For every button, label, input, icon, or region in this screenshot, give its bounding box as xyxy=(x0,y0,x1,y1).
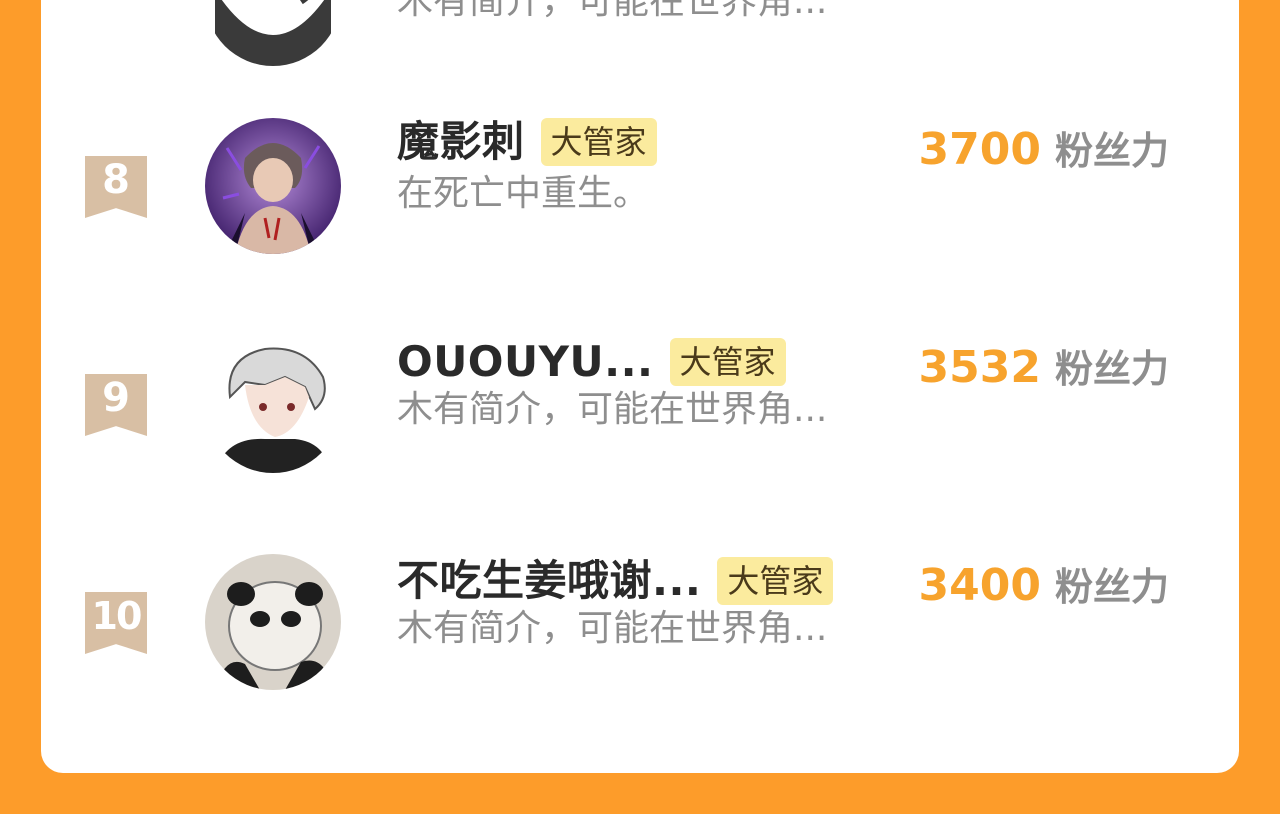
role-badge: 大管家 xyxy=(717,557,834,605)
score-value: 3532 xyxy=(918,342,1041,393)
rank-ribbon: 9 xyxy=(85,374,147,436)
score-unit: 粉丝力 xyxy=(1054,347,1169,391)
user-bio: 木有简介，可能在世界角... xyxy=(397,389,828,430)
fan-score: 3700 粉丝力 xyxy=(919,120,1169,175)
fan-ranking-card: 木有简介，可能在世界角... 8 魔影刺 大管家 在死亡中重生。 3700 粉丝… xyxy=(41,0,1239,773)
fan-score: 3532 粉丝力 xyxy=(919,338,1169,393)
score-unit: 粉丝力 xyxy=(1054,565,1169,609)
user-name[interactable]: 魔影刺 xyxy=(397,116,525,168)
list-item[interactable]: 木有简介，可能在世界角... xyxy=(41,0,1239,90)
name-line: 不吃生姜哦谢... 大管家 xyxy=(397,555,834,607)
user-name[interactable]: 不吃生姜哦谢... xyxy=(397,555,701,607)
avatar[interactable] xyxy=(205,337,341,473)
rank-ribbon: 10 xyxy=(85,592,147,654)
name-line: 魔影刺 大管家 xyxy=(397,116,657,168)
list-item[interactable]: 9 OUOUYU... 大管家 木有简介，可能在世界角... 3532 粉丝力 xyxy=(41,337,1239,510)
score-unit: 粉丝力 xyxy=(1054,129,1169,173)
role-badge: 大管家 xyxy=(669,338,786,386)
user-bio: 木有简介，可能在世界角... xyxy=(397,0,828,22)
fan-score: 3400 粉丝力 xyxy=(919,556,1169,611)
user-bio: 木有简介，可能在世界角... xyxy=(397,608,828,649)
list-item[interactable]: 10 不吃生姜哦谢... 大管家 木有简介，可能在世界角... 3400 粉丝力 xyxy=(41,554,1239,730)
score-value: 3400 xyxy=(918,560,1041,611)
avatar[interactable] xyxy=(205,0,341,66)
user-bio: 在死亡中重生。 xyxy=(397,173,650,214)
avatar[interactable] xyxy=(205,118,341,254)
avatar[interactable] xyxy=(205,554,341,690)
rank-ribbon: 8 xyxy=(85,156,147,218)
role-badge: 大管家 xyxy=(540,118,657,166)
score-value: 3700 xyxy=(918,124,1041,175)
list-item[interactable]: 8 魔影刺 大管家 在死亡中重生。 3700 粉丝力 xyxy=(41,117,1239,290)
name-line: OUOUYU... 大管家 xyxy=(397,336,786,388)
user-name[interactable]: OUOUYU... xyxy=(397,336,654,388)
